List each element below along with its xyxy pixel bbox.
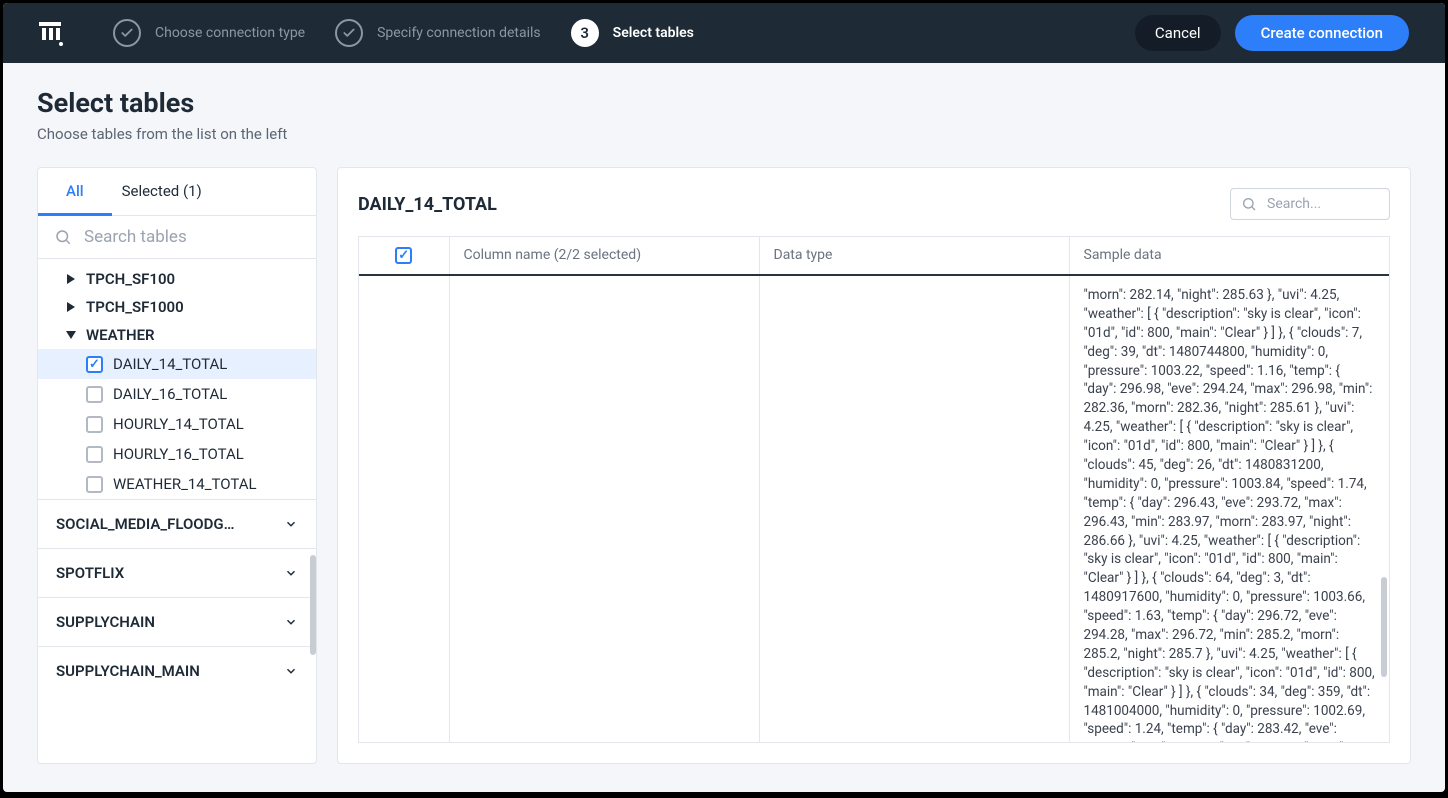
caret-right-icon (66, 302, 76, 312)
header-column-name: Column name (2/2 selected) (449, 237, 759, 275)
checkbox-icon[interactable] (395, 247, 412, 264)
tables-tabs: All Selected (1) (38, 168, 316, 216)
chevron-down-icon (284, 517, 298, 531)
search-icon (54, 228, 72, 246)
tab-all[interactable]: All (38, 168, 112, 216)
row-sample-data: "morn": 282.14, "night": 285.63 }, "uvi"… (1069, 275, 1389, 743)
check-icon (113, 19, 141, 47)
row-column-name (449, 275, 759, 743)
step-1: Choose connection type (113, 19, 305, 47)
step-number-badge: 3 (571, 19, 599, 47)
chevron-down-icon (284, 566, 298, 580)
tree-group-label: SUPPLYCHAIN_MAIN (56, 662, 200, 680)
tree-node-label: TPCH_SF100 (86, 270, 175, 288)
page-title: Select tables (37, 87, 1411, 119)
chevron-down-icon (284, 664, 298, 678)
tree-leaf-label: DAILY_16_TOTAL (113, 385, 227, 403)
step-1-label: Choose connection type (155, 25, 305, 41)
tables-search-input[interactable] (82, 226, 300, 248)
tree-leaf-label: HOURLY_14_TOTAL (113, 415, 244, 433)
tree-group-label: SOCIAL_MEDIA_FLOODG… (56, 515, 235, 533)
step-2-label: Specify connection details (377, 25, 541, 41)
header-sample-data: Sample data (1069, 237, 1389, 275)
header-select-all[interactable] (359, 237, 449, 275)
tree-group[interactable]: SOCIAL_MEDIA_FLOODG… (38, 499, 316, 548)
tab-selected[interactable]: Selected (1) (112, 168, 212, 215)
checkbox-icon[interactable] (86, 476, 103, 493)
tree-group-label: SPOTFLIX (56, 564, 124, 582)
app-logo (39, 22, 61, 44)
tree-group[interactable]: SUPPLYCHAIN_MAIN (38, 646, 316, 695)
columns-search[interactable] (1230, 188, 1390, 220)
tables-tree[interactable]: TPCH_SF100 TPCH_SF1000 WEATHER DAILY_14_TOT… (38, 259, 316, 763)
checkbox-icon[interactable] (86, 446, 103, 463)
tree-leaf[interactable]: HOURLY_16_TOTAL (38, 439, 316, 469)
chevron-down-icon (284, 615, 298, 629)
tree-leaf[interactable]: DAILY_16_TOTAL (38, 379, 316, 409)
tree-node[interactable]: TPCH_SF100 (38, 265, 316, 293)
table-detail-panel: DAILY_14_TOTAL Column name (2/2 selected… (337, 167, 1411, 764)
checkbox-icon[interactable] (86, 416, 103, 433)
row-data-type (759, 275, 1069, 743)
cancel-button[interactable]: Cancel (1135, 15, 1221, 51)
detail-title: DAILY_14_TOTAL (358, 194, 497, 215)
tree-leaf[interactable]: DAILY_14_TOTAL (38, 349, 316, 379)
table-row: "morn": 282.14, "night": 285.63 }, "uvi"… (359, 275, 1389, 743)
topbar: Choose connection type Specify connectio… (3, 3, 1445, 63)
scrollbar-thumb[interactable] (1381, 577, 1387, 677)
step-3: 3 Select tables (571, 19, 694, 47)
tree-group[interactable]: SPOTFLIX (38, 548, 316, 597)
create-connection-button[interactable]: Create connection (1235, 15, 1409, 51)
tree-leaf-label: WEATHER_14_TOTAL (113, 475, 257, 493)
page-header: Select tables Choose tables from the lis… (3, 63, 1445, 153)
caret-down-icon (66, 331, 76, 339)
check-icon (335, 19, 363, 47)
columns-search-input[interactable] (1265, 195, 1379, 213)
tables-panel: All Selected (1) TPCH_SF100 TPCH_SF1000 WE… (37, 167, 317, 764)
scrollbar-thumb[interactable] (310, 555, 316, 655)
tables-search[interactable] (38, 216, 316, 259)
wizard-steps: Choose connection type Specify connectio… (113, 19, 1135, 47)
tree-node-label: TPCH_SF1000 (86, 298, 184, 316)
row-checkbox-cell[interactable] (359, 275, 449, 743)
tree-leaf[interactable]: HOURLY_14_TOTAL (38, 409, 316, 439)
checkbox-icon[interactable] (86, 356, 103, 373)
checkbox-icon[interactable] (86, 386, 103, 403)
step-2: Specify connection details (335, 19, 541, 47)
page-subtitle: Choose tables from the list on the left (37, 125, 1411, 143)
tree-group[interactable]: SUPPLYCHAIN (38, 597, 316, 646)
tree-leaf-label: HOURLY_16_TOTAL (113, 445, 244, 463)
tree-group-label: SUPPLYCHAIN (56, 613, 155, 631)
tree-node-label: WEATHER (86, 326, 155, 344)
search-icon (1241, 196, 1257, 212)
tree-leaf-label: DAILY_14_TOTAL (113, 355, 227, 373)
columns-table: Column name (2/2 selected) Data type Sam… (358, 236, 1390, 743)
header-data-type: Data type (759, 237, 1069, 275)
caret-right-icon (66, 274, 76, 284)
tree-node[interactable]: TPCH_SF1000 (38, 293, 316, 321)
tree-leaf[interactable]: WEATHER_14_TOTAL (38, 469, 316, 499)
tree-node[interactable]: WEATHER (38, 321, 316, 349)
step-3-label: Select tables (613, 25, 694, 41)
